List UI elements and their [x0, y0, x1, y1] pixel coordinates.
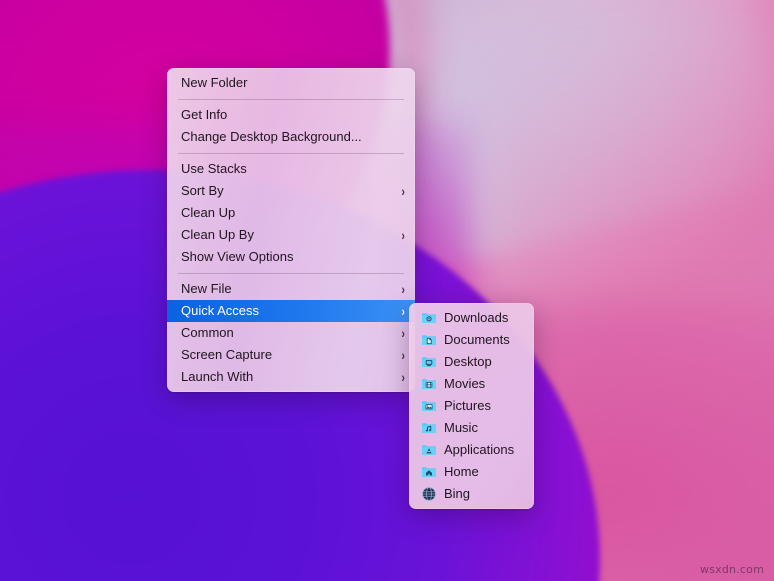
submenu-item-applications[interactable]: Applications — [409, 439, 534, 461]
quick-access-submenu[interactable]: Downloads Documents — [409, 303, 534, 509]
folder-documents-icon — [421, 332, 437, 348]
folder-music-icon — [421, 420, 437, 436]
menu-item-quick-access[interactable]: Quick Access › — [167, 300, 415, 322]
submenu-item-bing[interactable]: Bing — [409, 483, 534, 505]
submenu-item-home[interactable]: Home — [409, 461, 534, 483]
submenu-item-documents[interactable]: Documents — [409, 329, 534, 351]
desktop: New Folder Get Info Change Desktop Backg… — [0, 0, 774, 581]
menu-separator — [178, 273, 404, 274]
menu-separator — [178, 99, 404, 100]
menu-separator — [178, 153, 404, 154]
folder-desktop-icon — [421, 354, 437, 370]
chevron-right-icon: › — [401, 326, 404, 340]
menu-item-use-stacks[interactable]: Use Stacks — [167, 158, 415, 180]
chevron-right-icon: › — [401, 228, 404, 242]
menu-item-sort-by[interactable]: Sort By › — [167, 180, 415, 202]
menu-item-get-info[interactable]: Get Info — [167, 104, 415, 126]
menu-item-label: Common — [181, 322, 393, 344]
submenu-item-label: Applications — [444, 439, 526, 461]
menu-item-label: Launch With — [181, 366, 393, 388]
desktop-context-menu[interactable]: New Folder Get Info Change Desktop Backg… — [167, 68, 415, 392]
submenu-item-downloads[interactable]: Downloads — [409, 307, 534, 329]
menu-item-label: Sort By — [181, 180, 393, 202]
submenu-item-label: Music — [444, 417, 526, 439]
chevron-right-icon: › — [401, 282, 404, 296]
submenu-item-label: Documents — [444, 329, 526, 351]
menu-item-label: Screen Capture — [181, 344, 393, 366]
folder-downloads-icon — [421, 310, 437, 326]
menu-item-show-view-options[interactable]: Show View Options — [167, 246, 415, 268]
submenu-item-pictures[interactable]: Pictures — [409, 395, 534, 417]
wallpaper-right-glow — [494, 40, 774, 560]
submenu-item-label: Home — [444, 461, 526, 483]
chevron-right-icon: › — [401, 348, 404, 362]
menu-item-label: New Folder — [181, 72, 405, 94]
folder-pictures-icon — [421, 398, 437, 414]
menu-item-label: Clean Up By — [181, 224, 393, 246]
submenu-item-music[interactable]: Music — [409, 417, 534, 439]
menu-item-label: Use Stacks — [181, 158, 405, 180]
wallpaper-lavender-sweep-2 — [379, 0, 774, 345]
globe-icon — [421, 486, 437, 502]
menu-item-label: Change Desktop Background... — [181, 126, 405, 148]
menu-item-clean-up-by[interactable]: Clean Up By › — [167, 224, 415, 246]
menu-item-screen-capture[interactable]: Screen Capture › — [167, 344, 415, 366]
submenu-item-label: Downloads — [444, 307, 526, 329]
menu-item-label: Clean Up — [181, 202, 405, 224]
submenu-item-label: Pictures — [444, 395, 526, 417]
submenu-item-label: Movies — [444, 373, 526, 395]
menu-item-new-folder[interactable]: New Folder — [167, 72, 415, 94]
menu-item-label: New File — [181, 278, 393, 300]
submenu-item-label: Desktop — [444, 351, 526, 373]
menu-item-new-file[interactable]: New File › — [167, 278, 415, 300]
folder-home-icon — [421, 464, 437, 480]
chevron-right-icon: › — [401, 304, 404, 318]
menu-item-label: Quick Access — [181, 300, 393, 322]
menu-item-label: Show View Options — [181, 246, 405, 268]
menu-item-launch-with[interactable]: Launch With › — [167, 366, 415, 388]
menu-item-label: Get Info — [181, 104, 405, 126]
menu-item-common[interactable]: Common › — [167, 322, 415, 344]
menu-item-change-desktop-background[interactable]: Change Desktop Background... — [167, 126, 415, 148]
submenu-item-label: Bing — [444, 483, 526, 505]
menu-item-clean-up[interactable]: Clean Up — [167, 202, 415, 224]
chevron-right-icon: › — [401, 370, 404, 384]
folder-movies-icon — [421, 376, 437, 392]
submenu-item-desktop[interactable]: Desktop — [409, 351, 534, 373]
chevron-right-icon: › — [401, 184, 404, 198]
folder-applications-icon — [421, 442, 437, 458]
watermark: wsxdn.com — [700, 563, 764, 576]
submenu-item-movies[interactable]: Movies — [409, 373, 534, 395]
